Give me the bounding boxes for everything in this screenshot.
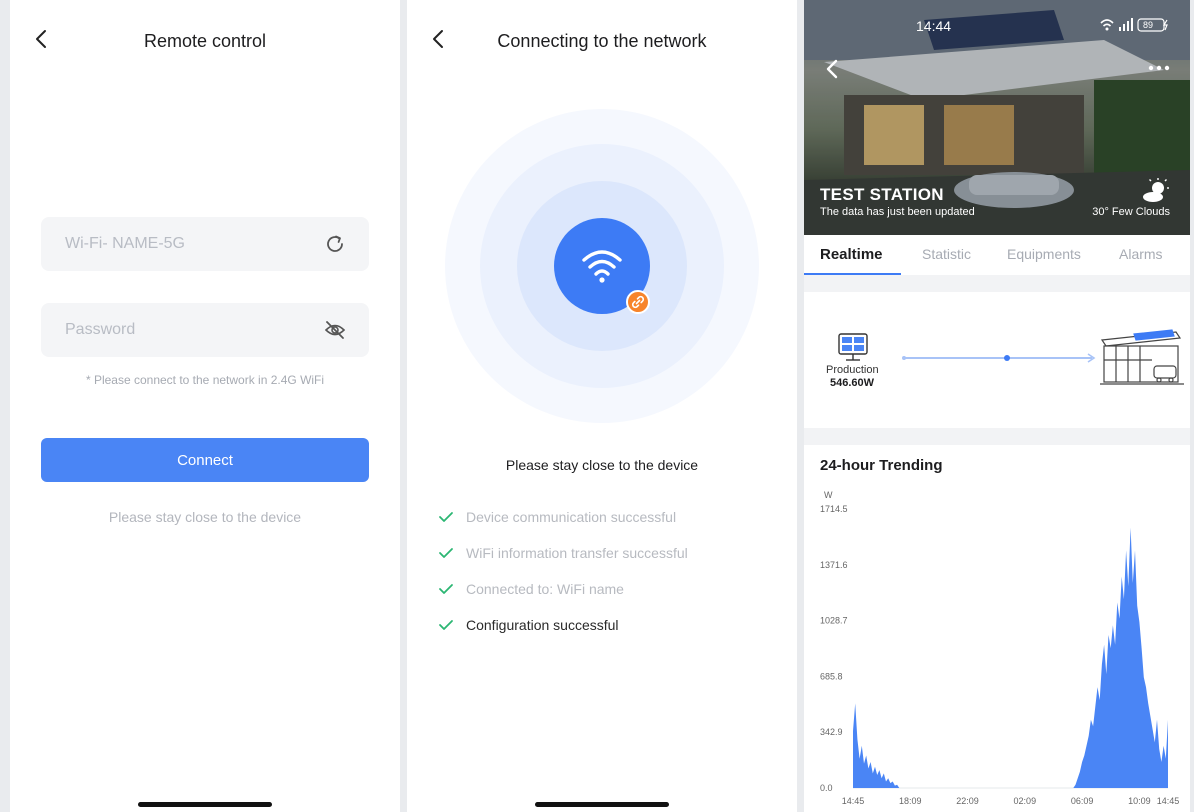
step-item: Connected to: WiFi name (438, 579, 688, 615)
step-item: WiFi information transfer successful (438, 543, 688, 579)
trend-card: 24-hour Trending W 1714.5 1371.6 1028.7 685.… (804, 445, 1190, 812)
step-label: WiFi information transfer successful (466, 545, 688, 561)
wifi-icon (582, 250, 622, 283)
energy-flow-card: Production 546.60W (804, 292, 1190, 428)
step-item: Configuration successful (438, 615, 688, 651)
y-tick-label: 685.8 (820, 671, 843, 681)
station-name: TEST STATION (820, 185, 944, 204)
y-tick-label: 0.0 (820, 783, 833, 793)
home-indicator[interactable] (138, 802, 272, 807)
step-item: Device communication successful (438, 507, 688, 543)
status-icons (1100, 18, 1168, 32)
weather-cloud-sun-icon (1143, 178, 1169, 202)
wifi-name-field[interactable] (41, 217, 369, 271)
password-input[interactable] (41, 303, 311, 357)
remote-control-screen: Remote control * Please connect to the n… (10, 0, 400, 812)
solar-panel-icon (838, 333, 868, 361)
check-icon (439, 512, 453, 522)
building-icon (1100, 329, 1184, 385)
y-tick-label: 1371.6 (820, 560, 848, 570)
x-tick-label: 06:09 (1071, 796, 1094, 806)
station-screen: 14:44 89 TEST STATION The data has just … (804, 0, 1190, 812)
energy-flow-diagram (838, 329, 1184, 385)
step-label: Connected to: WiFi name (466, 581, 624, 597)
production-label: Production (826, 364, 879, 376)
refresh-icon[interactable] (323, 232, 347, 256)
y-tick-label: 1028.7 (820, 616, 848, 626)
password-field[interactable] (41, 303, 369, 357)
link-icon (631, 295, 645, 309)
link-badge (626, 290, 650, 314)
check-icon (439, 620, 453, 630)
y-axis-unit: W (824, 490, 833, 500)
page-title: Connecting to the network (497, 31, 707, 51)
trend-chart: W 1714.5 1371.6 1028.7 685.8 342.9 0.0 14:45 18:… (820, 490, 1180, 806)
page-title: Remote control (143, 31, 267, 51)
eye-hidden-icon[interactable] (323, 318, 347, 342)
active-tab-indicator (804, 273, 901, 275)
status-time: 14:44 (916, 18, 952, 34)
progress-steps: Device communication successful WiFi inf… (438, 507, 688, 651)
y-tick-label: 1714.5 (820, 504, 848, 514)
station-hero-image: 14:44 89 TEST STATION The data has just … (804, 0, 1190, 235)
y-tick-label: 342.9 (820, 727, 843, 737)
x-tick-label: 22:09 (956, 796, 979, 806)
tab-equipments[interactable]: Equipments (1007, 246, 1081, 262)
x-tick-label: 14:45 (842, 796, 865, 806)
x-tick-label: 14:45 (1157, 796, 1180, 806)
more-icon[interactable] (1148, 65, 1170, 71)
tab-realtime[interactable]: Realtime (820, 246, 883, 263)
back-arrow-icon[interactable] (822, 58, 844, 80)
x-tick-label: 10:09 (1128, 796, 1151, 806)
x-tick-label: 02:09 (1014, 796, 1037, 806)
step-label: Configuration successful (466, 617, 619, 633)
station-tabs: Realtime Statistic Equipments Alarms (804, 235, 1190, 275)
connect-button[interactable]: Connect (41, 438, 369, 482)
x-tick-label: 18:09 (899, 796, 922, 806)
update-status: The data has just been updated (820, 206, 975, 218)
home-indicator[interactable] (535, 802, 669, 807)
stay-close-note: Please stay close to the device (108, 509, 302, 525)
wifi-hint: * Please connect to the network in 2.4G … (85, 373, 325, 387)
production-area-series (853, 527, 1168, 788)
production-value: 546.60W (830, 377, 875, 389)
check-icon (439, 584, 453, 594)
stay-close-message: Please stay close to the device (505, 457, 699, 473)
connecting-screen: Connecting to the network Please stay cl… (407, 0, 797, 812)
weather-text: 30° Few Clouds (1092, 206, 1170, 218)
check-icon (439, 548, 453, 558)
tab-alarms[interactable]: Alarms (1119, 246, 1163, 262)
wifi-name-input[interactable] (41, 217, 311, 271)
tab-statistic[interactable]: Statistic (922, 246, 971, 262)
battery-level: 89 (1142, 20, 1153, 30)
step-label: Device communication successful (466, 509, 677, 525)
